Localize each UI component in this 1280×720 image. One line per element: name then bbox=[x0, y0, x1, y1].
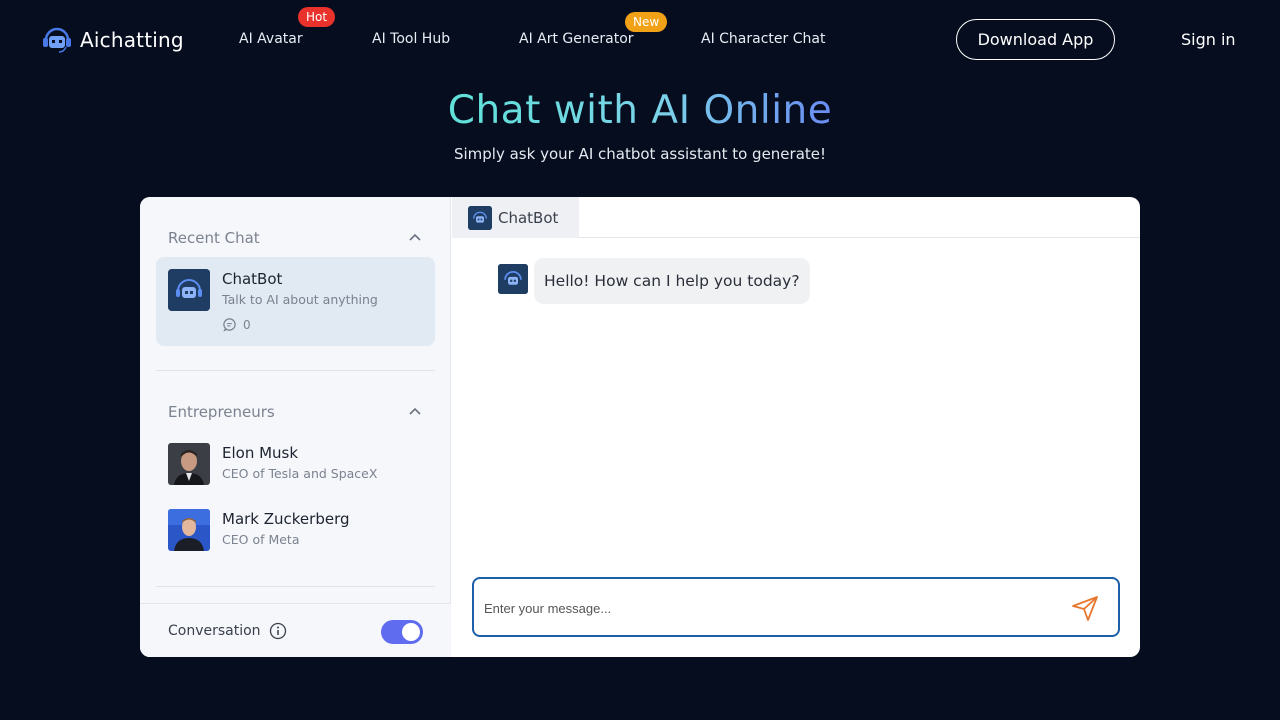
new-badge: New bbox=[625, 12, 668, 32]
nav-ai-avatar[interactable]: AI Avatar bbox=[239, 31, 303, 47]
page-subtitle: Simply ask your AI chatbot assistant to … bbox=[453, 145, 827, 163]
robot-headset-icon bbox=[468, 205, 492, 230]
chatbot-avatar bbox=[168, 269, 210, 311]
character-name: Elon Musk bbox=[222, 444, 299, 462]
bot-message-bubble: Hello! How can I help you today? bbox=[534, 258, 810, 304]
sidebar: Recent Chat ChatBot Talk to AI about any… bbox=[140, 197, 451, 657]
nav-ai-tool-hub[interactable]: AI Tool Hub bbox=[372, 31, 450, 47]
entrepreneurs-header[interactable]: Entrepreneurs bbox=[168, 403, 423, 421]
comment-icon bbox=[223, 318, 236, 332]
conversation-toggle[interactable] bbox=[381, 620, 423, 644]
chevron-up-icon[interactable] bbox=[407, 230, 423, 246]
toggle-knob bbox=[402, 623, 420, 641]
chat-tabbar: ChatBot bbox=[452, 197, 1140, 238]
logo[interactable]: Aichatting bbox=[40, 24, 184, 56]
entrepreneurs-heading: Entrepreneurs bbox=[168, 403, 275, 421]
character-item-mark-zuckerberg[interactable]: Mark Zuckerberg CEO of Meta bbox=[168, 509, 428, 553]
page-title: Chat with AI Online bbox=[0, 88, 1280, 133]
recent-chat-heading: Recent Chat bbox=[168, 229, 260, 247]
mark-zuckerberg-avatar bbox=[168, 509, 210, 551]
chat-area: ChatBot Hello! How can I help you today? bbox=[452, 197, 1140, 657]
message-input[interactable] bbox=[484, 597, 1054, 619]
tab-chatbot[interactable]: ChatBot bbox=[452, 197, 579, 238]
nav-ai-art-generator[interactable]: AI Art Generator bbox=[519, 31, 634, 47]
conversation-footer: Conversation bbox=[140, 603, 451, 657]
chat-panel: Recent Chat ChatBot Talk to AI about any… bbox=[140, 197, 1140, 657]
sign-in-link[interactable]: Sign in bbox=[1181, 30, 1236, 49]
character-name: Mark Zuckerberg bbox=[222, 510, 350, 528]
message-input-box bbox=[472, 577, 1120, 637]
robot-headset-icon bbox=[43, 27, 71, 53]
chat-name: ChatBot bbox=[222, 270, 283, 288]
character-item-elon-musk[interactable]: Elon Musk CEO of Tesla and SpaceX bbox=[168, 443, 428, 487]
download-app-button[interactable]: Download App bbox=[956, 19, 1115, 60]
bot-message-avatar bbox=[498, 264, 528, 294]
recent-chat-item[interactable]: ChatBot Talk to AI about anything 0 bbox=[156, 257, 435, 346]
nav-ai-character-chat[interactable]: AI Character Chat bbox=[701, 31, 825, 47]
chatbot-tab-avatar bbox=[468, 205, 492, 230]
message-count-value: 0 bbox=[243, 317, 251, 332]
logo-text: Aichatting bbox=[80, 28, 184, 52]
divider bbox=[156, 586, 435, 587]
tab-label: ChatBot bbox=[498, 208, 559, 227]
divider bbox=[156, 370, 435, 371]
character-description: CEO of Tesla and SpaceX bbox=[222, 466, 378, 481]
page-title-text: Chat with AI Online bbox=[447, 88, 833, 133]
conversation-label: Conversation bbox=[168, 623, 261, 639]
chat-description: Talk to AI about anything bbox=[222, 292, 378, 307]
info-icon[interactable] bbox=[269, 622, 287, 640]
chevron-up-icon[interactable] bbox=[407, 404, 423, 420]
robot-headset-icon bbox=[168, 269, 210, 311]
elon-musk-avatar bbox=[168, 443, 210, 485]
recent-chat-header[interactable]: Recent Chat bbox=[168, 229, 423, 247]
message-count: 0 bbox=[222, 317, 251, 332]
send-icon[interactable] bbox=[1070, 593, 1100, 623]
robot-headset-icon bbox=[498, 264, 528, 294]
character-description: CEO of Meta bbox=[222, 532, 300, 547]
conversation-setting: Conversation bbox=[168, 622, 287, 640]
top-nav: Aichatting AI Avatar Hot AI Tool Hub AI … bbox=[0, 0, 1280, 80]
hot-badge: Hot bbox=[298, 7, 336, 27]
